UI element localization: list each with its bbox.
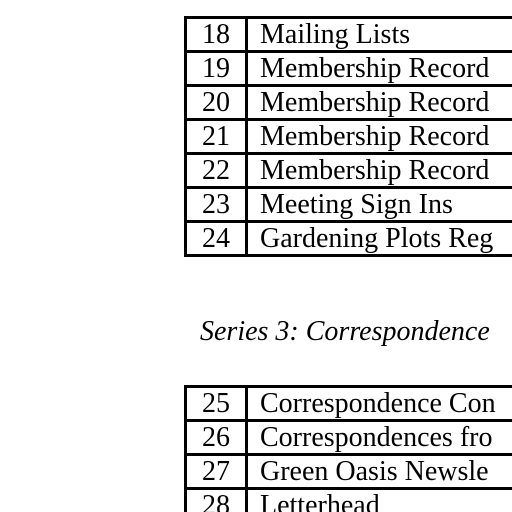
folder-number: 26: [184, 419, 248, 456]
folder-title: Gardening Plots Reg: [245, 220, 512, 257]
folder-title: Membership Record: [245, 50, 512, 87]
folder-number: 21: [184, 118, 248, 155]
folder-number: 23: [184, 186, 248, 223]
folder-title: Green Oasis Newsle: [245, 453, 512, 490]
folder-number: 19: [184, 50, 248, 87]
table-row: 25 Correspondence Con: [184, 385, 512, 422]
folder-number: 24: [184, 220, 248, 257]
table-row: 23 Meeting Sign Ins: [184, 186, 512, 223]
folder-list-table-bottom: 25 Correspondence Con 26 Correspondences…: [184, 385, 512, 512]
table-row: 28 Letterhead: [184, 487, 512, 512]
folder-number: 27: [184, 453, 248, 490]
folder-number: 25: [184, 385, 248, 422]
table-row: 19 Membership Record: [184, 50, 512, 87]
folder-title: Correspondence Con: [245, 385, 512, 422]
table-row: 24 Gardening Plots Reg: [184, 220, 512, 257]
folder-title: Mailing Lists: [245, 16, 512, 53]
table-row: 21 Membership Record: [184, 118, 512, 155]
table-row: 18 Mailing Lists: [184, 16, 512, 53]
folder-title: Membership Record: [245, 152, 512, 189]
folder-number: 20: [184, 84, 248, 121]
folder-number: 28: [184, 487, 248, 512]
folder-number: 18: [184, 16, 248, 53]
folder-list-table-top: 18 Mailing Lists 19 Membership Record 20…: [184, 16, 512, 257]
folder-title: Meeting Sign Ins: [245, 186, 512, 223]
folder-title: Correspondences fro: [245, 419, 512, 456]
folder-title: Letterhead: [245, 487, 512, 512]
folder-number: 22: [184, 152, 248, 189]
table-row: 22 Membership Record: [184, 152, 512, 189]
folder-title: Membership Record: [245, 118, 512, 155]
table-row: 27 Green Oasis Newsle: [184, 453, 512, 490]
series-heading: Series 3: Correspondence: [200, 316, 490, 347]
table-row: 20 Membership Record: [184, 84, 512, 121]
table-row: 26 Correspondences fro: [184, 419, 512, 456]
folder-title: Membership Record: [245, 84, 512, 121]
